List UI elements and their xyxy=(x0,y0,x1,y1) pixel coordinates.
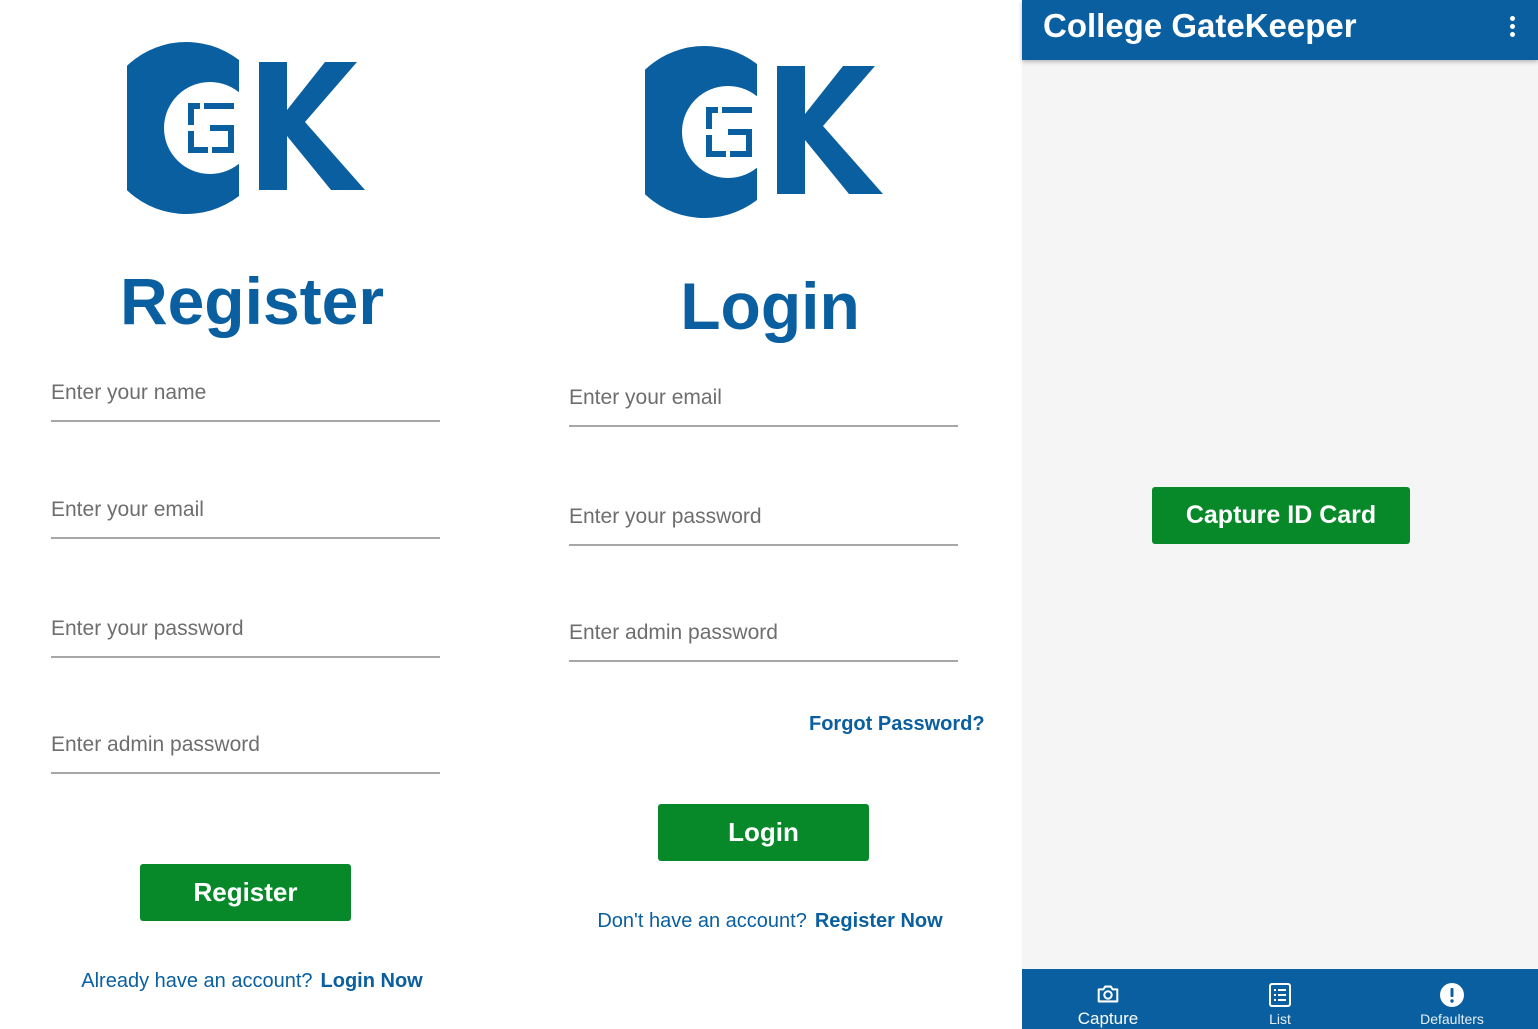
page-title: Login xyxy=(680,269,860,343)
password-field[interactable] xyxy=(569,486,958,546)
admin-password-input[interactable] xyxy=(569,602,958,660)
page-title: Register xyxy=(119,264,385,338)
nav-label-defaulters: Defaulters xyxy=(1420,1011,1484,1027)
camera-icon xyxy=(1097,985,1119,1003)
alert-icon xyxy=(1440,983,1464,1007)
app-logo-icon xyxy=(645,42,885,222)
password-field[interactable] xyxy=(51,598,440,658)
bottom-navigation: Capture List Defaulters xyxy=(1022,969,1538,1029)
app-bar: College GateKeeper xyxy=(1022,0,1538,60)
email-input[interactable] xyxy=(569,367,958,425)
register-button[interactable]: Register xyxy=(140,864,351,921)
email-field[interactable] xyxy=(51,479,440,539)
login-button[interactable]: Login xyxy=(658,804,869,861)
nav-label-capture: Capture xyxy=(1077,1009,1139,1028)
capture-screen: College GateKeeper Capture ID Card Captu… xyxy=(1022,0,1538,1029)
admin-password-field[interactable] xyxy=(569,602,958,662)
admin-password-field[interactable] xyxy=(51,714,440,774)
name-input[interactable] xyxy=(51,362,440,420)
register-screen: Register Register Already have an accoun… xyxy=(0,0,504,1029)
nav-item-list[interactable]: List xyxy=(1194,969,1366,1029)
more-vert-icon[interactable] xyxy=(1506,14,1518,42)
capture-id-card-button[interactable]: Capture ID Card xyxy=(1152,487,1410,544)
password-input[interactable] xyxy=(51,598,440,656)
email-field[interactable] xyxy=(569,367,958,427)
nav-item-defaulters[interactable]: Defaulters xyxy=(1366,969,1538,1029)
login-prompt-text: Already have an account? xyxy=(81,970,313,992)
register-now-link[interactable]: Register Now xyxy=(815,910,943,932)
password-input[interactable] xyxy=(569,486,958,544)
register-prompt: Don't have an account? Register Now xyxy=(518,910,1022,933)
admin-password-input[interactable] xyxy=(51,714,440,772)
register-prompt-text: Don't have an account? xyxy=(597,910,807,932)
login-prompt: Already have an account? Login Now xyxy=(0,970,504,993)
nav-label-list: List xyxy=(1269,1011,1291,1027)
login-now-link[interactable]: Login Now xyxy=(321,970,423,992)
app-logo-icon xyxy=(127,38,367,218)
forgot-password-link[interactable]: Forgot Password? xyxy=(809,713,985,736)
login-screen: Login Forgot Password? Login Don't have … xyxy=(518,0,1022,1029)
name-field[interactable] xyxy=(51,362,440,422)
app-title: College GateKeeper xyxy=(1043,7,1357,44)
list-icon xyxy=(1269,983,1291,1007)
email-input[interactable] xyxy=(51,479,440,537)
nav-item-capture[interactable]: Capture xyxy=(1022,969,1194,1029)
